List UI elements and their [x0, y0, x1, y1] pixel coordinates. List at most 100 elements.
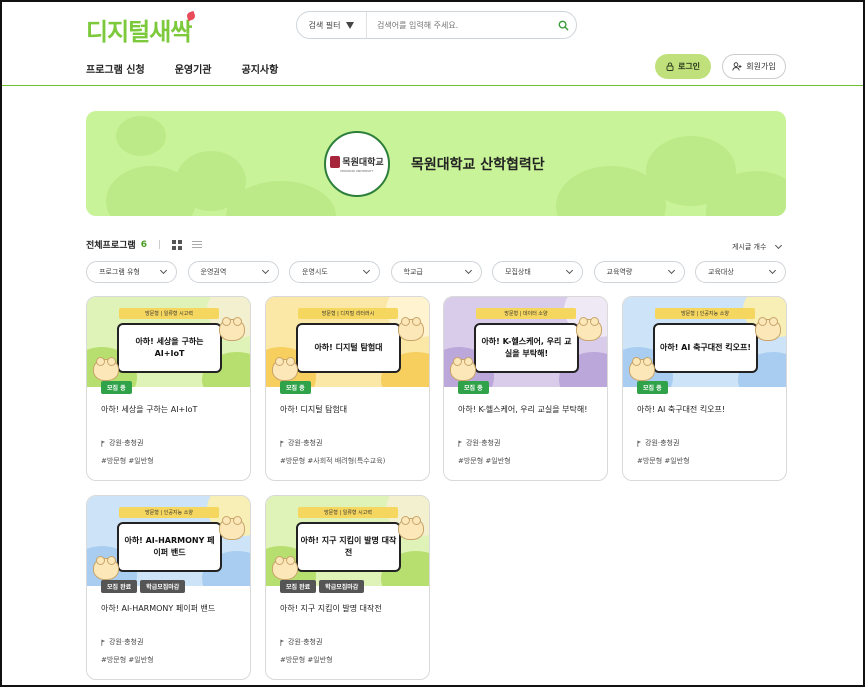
program-tags: #방문형 #일반형	[280, 656, 333, 664]
page-size-label: 게시글 개수	[732, 243, 767, 251]
user-add-icon	[732, 62, 742, 71]
filter-label: 교육역량	[606, 268, 633, 276]
program-location: 강원·충청권	[637, 438, 679, 448]
filter-recruit-status[interactable]: 모집상태	[492, 261, 583, 283]
filter-operating-region[interactable]: 운영권역	[187, 261, 279, 283]
flag-icon	[101, 440, 106, 447]
program-title: 아하! AI 축구대전 킥오프!	[637, 405, 726, 414]
program-card[interactable]: 방문형 | 디지털 리터러시 아하! 디지털 탐험대 모집 중 아하! 디지털 …	[265, 296, 430, 481]
filter-competency[interactable]: 교육역량	[593, 261, 685, 283]
program-location-label: 강원·충청권	[109, 638, 144, 646]
flag-icon	[458, 440, 463, 447]
status-badge: 모집 완료	[101, 580, 138, 593]
login-button[interactable]: 로그인	[655, 54, 711, 79]
status-badge: 모집 중	[280, 381, 311, 394]
status-badges: 모집 중	[458, 381, 489, 394]
site-logo[interactable]: 디지털새싹	[86, 10, 197, 47]
search-filter-button[interactable]: 검색 필터	[297, 12, 367, 38]
program-title: 아하! 디지털 탐험대	[280, 405, 348, 414]
bear-mascot-icon	[272, 357, 298, 381]
chevron-down-icon	[261, 266, 269, 275]
org-logo: 목원대학교 MOKWON UNIVERSITY	[324, 131, 390, 197]
program-card[interactable]: 방문형 | 일류형 시고력 아하! 세상을 구하는 AI+IoT 모집 중 아하…	[86, 296, 251, 481]
funnel-icon	[346, 21, 355, 29]
filter-program-type[interactable]: 프로그램 유형	[86, 261, 177, 283]
filter-label: 모집상태	[505, 268, 531, 276]
thumbnail-ribbon: 방문형 | 일류형 시고력	[119, 308, 219, 319]
program-location-label: 강원·충청권	[466, 439, 501, 447]
program-card[interactable]: 방문형 | 데이터 소양 아하! K-헬스케어, 우리 교실을 부탁해! 모집 …	[443, 296, 608, 481]
program-location-label: 강원·충청권	[288, 638, 323, 646]
chevron-down-icon	[464, 266, 472, 275]
list-count: 6	[140, 239, 147, 250]
bear-mascot-icon	[93, 556, 119, 580]
program-location-label: 강원·충청권	[288, 439, 323, 447]
bear-mascot-icon	[398, 317, 424, 341]
program-card[interactable]: 방문형 | 인공지능 소양 아하! AI 축구대전 킥오프! 모집 중 아하! …	[622, 296, 787, 481]
lock-icon	[666, 62, 674, 71]
status-badge: 모집 중	[637, 381, 668, 394]
status-badges: 모집 중	[637, 381, 668, 394]
grid-view-icon[interactable]	[171, 239, 182, 250]
thumbnail-title: 아하! 지구 지킴이 발명 대작전	[296, 522, 401, 572]
flag-icon	[280, 639, 285, 646]
nav-operating-institution[interactable]: 운영기관	[175, 61, 212, 76]
list-header: 전체프로그램 6	[86, 238, 202, 251]
bear-mascot-icon	[450, 357, 476, 381]
program-tags: #방문형 #일반형	[637, 457, 690, 465]
program-title: 아하! 세상을 구하는 AI+IoT	[101, 405, 198, 414]
thumbnail-ribbon: 방문형 | 디지털 리터러시	[298, 308, 398, 319]
page-size-select[interactable]: 게시글 개수	[732, 241, 783, 252]
status-badges: 모집 중	[280, 381, 311, 394]
chevron-down-icon	[565, 266, 574, 275]
program-thumbnail: 방문형 | 일류형 시고력 아하! 세상을 구하는 AI+IoT	[87, 297, 250, 387]
org-logo-subtext: MOKWON UNIVERSITY	[340, 169, 374, 173]
nav-notices[interactable]: 공지사항	[242, 61, 279, 76]
filter-operating-province[interactable]: 운영시도	[289, 261, 380, 283]
search-icon[interactable]	[550, 20, 576, 31]
program-card[interactable]: 방문형 | 일류형 시고력 아하! 지구 지킴이 발명 대작전 모집 완료 학급모…	[265, 495, 430, 680]
bear-mascot-icon	[398, 516, 424, 540]
thumbnail-title: 아하! AI 축구대전 킥오프!	[653, 323, 758, 373]
filter-bar: 프로그램 유형 운영권역 운영시도 학교급 모집상태 교육역량 교육대상	[86, 261, 786, 283]
list-heading: 전체프로그램	[86, 241, 136, 251]
bear-mascot-icon	[219, 317, 245, 341]
search-bar: 검색 필터	[296, 11, 577, 39]
filter-label: 교육대상	[708, 268, 734, 276]
login-label: 로그인	[677, 62, 701, 71]
search-filter-label: 검색 필터	[308, 20, 341, 30]
status-badge: 모집 중	[101, 381, 132, 394]
chevron-down-icon	[775, 241, 783, 250]
status-badges: 모집 완료 학급모집마감	[101, 580, 186, 593]
program-location: 강원·충청권	[101, 438, 143, 448]
bear-mascot-icon	[576, 317, 602, 341]
filter-school-level[interactable]: 학교급	[390, 261, 482, 283]
nav-program-apply[interactable]: 프로그램 신청	[86, 61, 145, 76]
bear-mascot-icon	[629, 357, 655, 381]
divider	[158, 240, 160, 249]
program-thumbnail: 방문형 | 일류형 시고력 아하! 지구 지킴이 발명 대작전	[266, 496, 429, 586]
signup-label: 회원가입	[746, 62, 776, 71]
program-card[interactable]: 방문형 | 인공지능 소양 아하! AI-HARMONY 페이퍼 밴드 모집 완…	[86, 495, 251, 680]
program-title: 아하! AI-HARMONY 페이퍼 밴드	[101, 604, 216, 613]
chevron-down-icon	[362, 266, 371, 275]
program-tags: #방문형 #일반형	[101, 656, 154, 664]
status-badge: 모집 완료	[280, 580, 317, 593]
program-thumbnail: 방문형 | 인공지능 소양 아하! AI 축구대전 킥오프!	[623, 297, 786, 387]
list-view-icon[interactable]	[191, 241, 202, 248]
thumbnail-title: 아하! 디지털 탐험대	[296, 323, 401, 373]
program-location-label: 강원·충청권	[109, 439, 144, 447]
bear-mascot-icon	[219, 516, 245, 540]
signup-button[interactable]: 회원가입	[722, 54, 786, 79]
search-input[interactable]	[367, 20, 550, 30]
filter-label: 학교급	[403, 268, 423, 276]
main-nav: 프로그램 신청 운영기관 공지사항	[86, 61, 278, 76]
header-divider	[0, 85, 865, 86]
filter-target[interactable]: 교육대상	[695, 261, 786, 283]
chevron-down-icon	[667, 266, 675, 275]
program-title: 아하! 지구 지킴이 발명 대작전	[280, 604, 382, 613]
program-title: 아하! K-헬스케어, 우리 교실을 부탁해!	[458, 405, 588, 414]
bear-mascot-icon	[755, 317, 781, 341]
filter-label: 운영권역	[200, 268, 227, 276]
program-thumbnail: 방문형 | 데이터 소양 아하! K-헬스케어, 우리 교실을 부탁해!	[444, 297, 607, 387]
